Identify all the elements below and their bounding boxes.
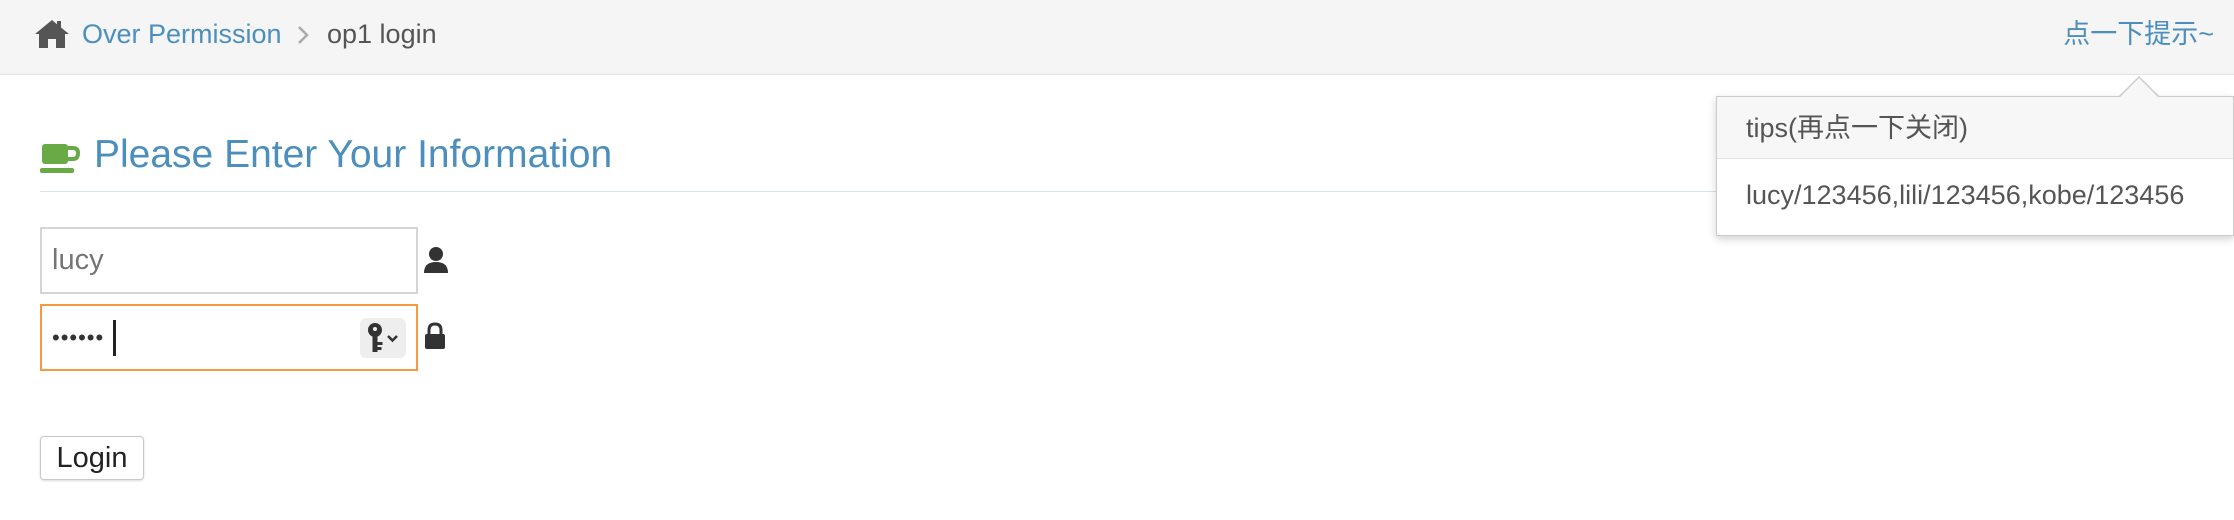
login-button[interactable]: Login <box>40 436 144 480</box>
text-caret <box>113 320 116 356</box>
popover-arrow-fill <box>2120 78 2158 97</box>
password-field[interactable] <box>40 304 418 371</box>
breadcrumb-bar: Over Permission op1 login 点一下提示~ <box>0 0 2234 75</box>
key-icon[interactable] <box>360 318 406 358</box>
lock-icon <box>424 322 446 350</box>
username-input[interactable] <box>40 227 418 294</box>
popover-title[interactable]: tips(再点一下关闭) <box>1717 97 2233 159</box>
coffee-cup-icon <box>40 140 81 176</box>
tips-popover: tips(再点一下关闭) lucy/123456,lili/123456,kob… <box>1716 96 2234 236</box>
hint-toggle-link[interactable]: 点一下提示~ <box>2063 16 2214 52</box>
breadcrumb-section-link[interactable]: Over Permission <box>82 16 282 52</box>
user-icon <box>424 246 448 274</box>
breadcrumb-current: op1 login <box>327 19 437 49</box>
chevron-right-icon <box>296 24 310 46</box>
popover-content: lucy/123456,lili/123456,kobe/123456 <box>1746 180 2185 210</box>
home-icon[interactable] <box>34 18 70 50</box>
page-title: Please Enter Your Information <box>94 133 613 176</box>
